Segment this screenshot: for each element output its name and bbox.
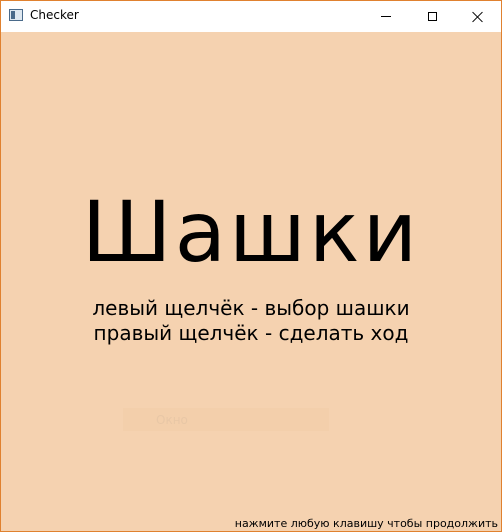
- application-window: Checker Шашки левый щелчёк - выбор шашки…: [0, 0, 502, 532]
- app-window-icon: [9, 9, 23, 21]
- minimize-icon: [381, 16, 391, 17]
- right-click-hint: правый щелчёк - сделать ход: [93, 321, 409, 345]
- maximize-button[interactable]: [409, 1, 455, 32]
- left-click-hint: левый щелчёк - выбор шашки: [92, 296, 410, 320]
- minimize-button[interactable]: [363, 1, 409, 32]
- game-canvas[interactable]: Шашки левый щелчёк - выбор шашки правый …: [1, 32, 501, 531]
- continue-hint: нажмите любую клавишу чтобы продолжить: [234, 517, 498, 530]
- window-button-label: Окно: [156, 412, 188, 427]
- game-title: Шашки: [81, 183, 421, 281]
- close-icon: [472, 11, 484, 23]
- window-title: Checker: [30, 8, 79, 22]
- maximize-icon: [427, 12, 437, 21]
- close-button[interactable]: [455, 1, 501, 32]
- window-button[interactable]: Окно: [123, 408, 329, 431]
- title-bar[interactable]: Checker: [1, 1, 501, 32]
